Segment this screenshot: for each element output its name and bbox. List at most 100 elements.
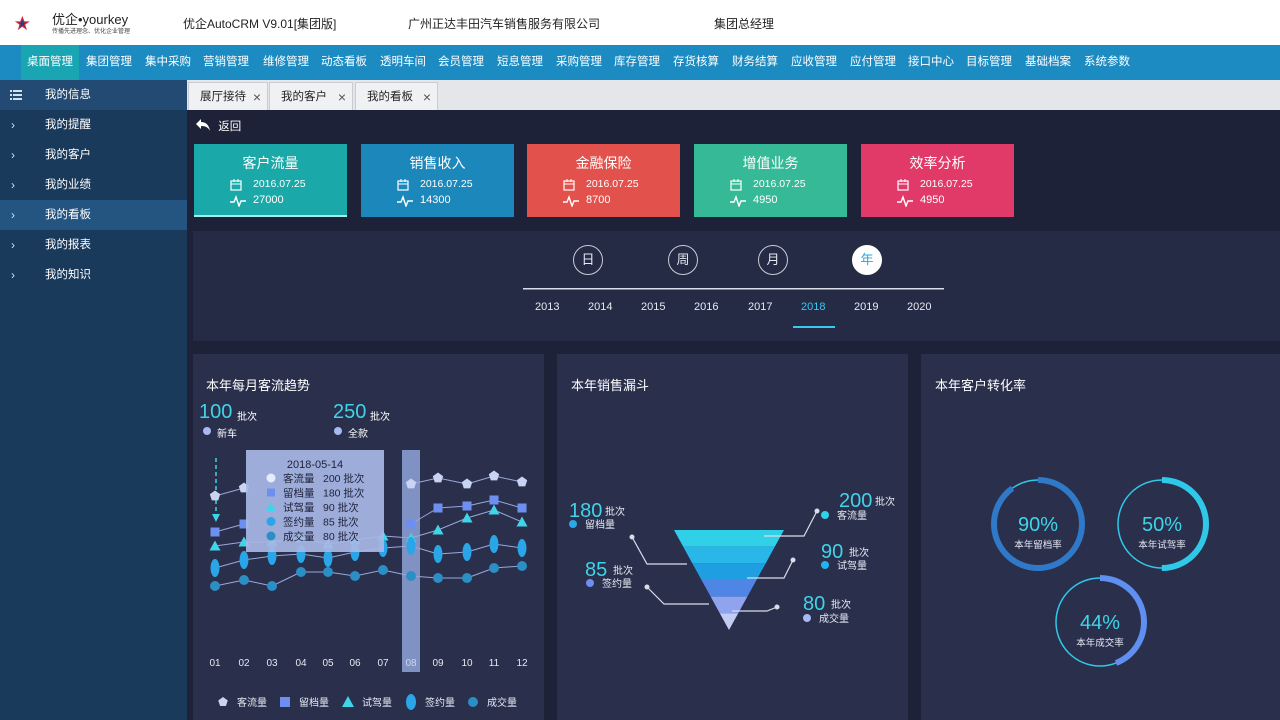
sidebar-item-my-info[interactable]: 我的信息 xyxy=(0,80,187,110)
nav-item-5[interactable]: 动态看板 xyxy=(321,45,367,80)
data-point-4-10[interactable] xyxy=(489,563,499,573)
card-date: 2016.07.25 xyxy=(753,178,806,190)
data-point-4-7[interactable] xyxy=(406,571,416,581)
sidebar-item-5[interactable]: › 我的知识 xyxy=(0,260,187,290)
nav-item-14[interactable]: 应付管理 xyxy=(850,45,896,80)
data-point-2-8[interactable] xyxy=(432,524,444,535)
data-point-4-3[interactable] xyxy=(296,567,306,577)
data-point-1-0[interactable] xyxy=(210,527,220,537)
year-option-3[interactable]: 2016 xyxy=(694,301,718,313)
tooltip-marker xyxy=(267,488,275,497)
kpi-card-1[interactable]: 销售收入 2016.07.25 14300 xyxy=(361,144,514,217)
data-point-4-6[interactable] xyxy=(378,565,388,575)
nav-item-8[interactable]: 短息管理 xyxy=(497,45,543,80)
nav-item-6[interactable]: 透明车间 xyxy=(380,45,426,80)
nav-item-3[interactable]: 营销管理 xyxy=(203,45,249,80)
sidebar-item-3[interactable]: › 我的看板 xyxy=(0,200,187,230)
nav-item-7[interactable]: 会员管理 xyxy=(438,45,484,80)
data-point-4-8[interactable] xyxy=(433,573,443,583)
sidebar-item-4[interactable]: › 我的报表 xyxy=(0,230,187,260)
year-option-5[interactable]: 2018 xyxy=(793,301,835,328)
data-point-3-10[interactable] xyxy=(489,535,499,553)
close-icon[interactable]: × xyxy=(253,83,261,111)
nav-item-18[interactable]: 系统参数 xyxy=(1084,45,1130,80)
data-point-1-11[interactable] xyxy=(517,503,527,513)
year-option-4[interactable]: 2017 xyxy=(748,301,772,313)
nav-item-12[interactable]: 财务结算 xyxy=(732,45,778,80)
pulse-icon xyxy=(563,195,579,207)
tab-0[interactable]: 展厅接待 × xyxy=(188,82,268,110)
data-point-4-0[interactable] xyxy=(210,581,220,591)
kpi-card-4[interactable]: 效率分析 2016.07.25 4950 xyxy=(861,144,1014,217)
close-icon[interactable]: × xyxy=(338,83,346,111)
connector-dot xyxy=(814,508,820,514)
data-point-1-10[interactable] xyxy=(489,495,499,505)
nav-item-0[interactable]: 桌面管理 xyxy=(21,45,79,80)
data-point-4-11[interactable] xyxy=(517,561,527,571)
year-option-7[interactable]: 2020 xyxy=(907,301,931,313)
x-tick-label: 12 xyxy=(516,658,528,669)
data-point-1-9[interactable] xyxy=(462,501,472,511)
nav-item-13[interactable]: 应收管理 xyxy=(791,45,837,80)
nav-item-9[interactable]: 采购管理 xyxy=(556,45,602,80)
data-point-3-7[interactable] xyxy=(406,537,416,555)
kpi-card-3[interactable]: 增值业务 2016.07.25 4950 xyxy=(694,144,847,217)
data-point-0-8[interactable] xyxy=(432,472,444,483)
year-option-6[interactable]: 2019 xyxy=(854,301,878,313)
period-button-0[interactable]: 日 xyxy=(573,245,603,275)
nav-item-4[interactable]: 维修管理 xyxy=(263,45,309,80)
data-point-0-9[interactable] xyxy=(461,478,473,489)
data-point-3-0[interactable] xyxy=(210,559,220,577)
data-point-0-0[interactable] xyxy=(209,490,221,501)
trend-chart[interactable]: 2018-05-14客流量 200 批次留档量 180 批次试驾量 90 批次签约量 8… xyxy=(193,440,544,720)
period-button-2[interactable]: 月 xyxy=(758,245,788,275)
data-point-0-11[interactable] xyxy=(516,476,528,487)
sidebar-item-1[interactable]: › 我的客户 xyxy=(0,140,187,170)
sidebar-item-2[interactable]: › 我的业绩 xyxy=(0,170,187,200)
data-point-3-1[interactable] xyxy=(239,551,249,569)
legend-label[interactable]: 留档量 xyxy=(299,696,329,709)
kpi-card-0[interactable]: 客户流量 2016.07.25 27000 xyxy=(194,144,347,217)
sidebar-item-0[interactable]: › 我的提醒 xyxy=(0,110,187,140)
data-point-4-5[interactable] xyxy=(350,571,360,581)
tooltip-row-name: 成交量 xyxy=(283,530,315,543)
legend-label[interactable]: 试驾量 xyxy=(362,696,392,709)
nav-item-15[interactable]: 接口中心 xyxy=(908,45,954,80)
data-point-2-10[interactable] xyxy=(488,504,500,515)
nav-item-16[interactable]: 目标管理 xyxy=(966,45,1012,80)
kpi-card-2[interactable]: 金融保险 2016.07.25 8700 xyxy=(527,144,680,217)
nav-item-1[interactable]: 集团管理 xyxy=(86,45,132,80)
nav-item-11[interactable]: 存货核算 xyxy=(673,45,719,80)
year-option-1[interactable]: 2014 xyxy=(588,301,612,313)
data-point-3-8[interactable] xyxy=(433,545,443,563)
data-point-4-2[interactable] xyxy=(267,581,277,591)
tab-label: 我的客户 xyxy=(281,91,327,103)
legend-label[interactable]: 签约量 xyxy=(425,696,455,709)
data-point-2-9[interactable] xyxy=(461,512,473,523)
data-point-4-9[interactable] xyxy=(462,573,472,583)
tab-2[interactable]: 我的看板 × xyxy=(355,82,438,110)
data-point-4-4[interactable] xyxy=(323,567,333,577)
data-point-4-1[interactable] xyxy=(239,575,249,585)
nav-item-2[interactable]: 集中采购 xyxy=(145,45,191,80)
nav-item-17[interactable]: 基础档案 xyxy=(1025,45,1071,80)
legend-label[interactable]: 成交量 xyxy=(487,696,517,709)
data-point-3-11[interactable] xyxy=(517,539,527,557)
close-icon[interactable]: × xyxy=(423,83,431,111)
tab-1[interactable]: 我的客户 × xyxy=(269,82,353,110)
data-point-2-11[interactable] xyxy=(516,516,528,527)
legend-label[interactable]: 客流量 xyxy=(237,696,267,709)
data-point-1-8[interactable] xyxy=(433,503,443,513)
data-point-0-10[interactable] xyxy=(488,470,500,481)
year-option-2[interactable]: 2015 xyxy=(641,301,665,313)
sidebar-item-label: 我的报表 xyxy=(45,239,91,251)
back-button[interactable]: 返回 xyxy=(195,118,241,136)
funnel-label: 签约量 xyxy=(602,577,632,590)
data-point-3-9[interactable] xyxy=(462,543,472,561)
year-option-0[interactable]: 2013 xyxy=(535,301,559,313)
data-point-1-7[interactable] xyxy=(406,519,416,529)
period-button-1[interactable]: 周 xyxy=(668,245,698,275)
period-button-3[interactable]: 年 xyxy=(852,245,882,275)
nav-item-10[interactable]: 库存管理 xyxy=(614,45,660,80)
x-tick-label: 08 xyxy=(405,658,417,669)
